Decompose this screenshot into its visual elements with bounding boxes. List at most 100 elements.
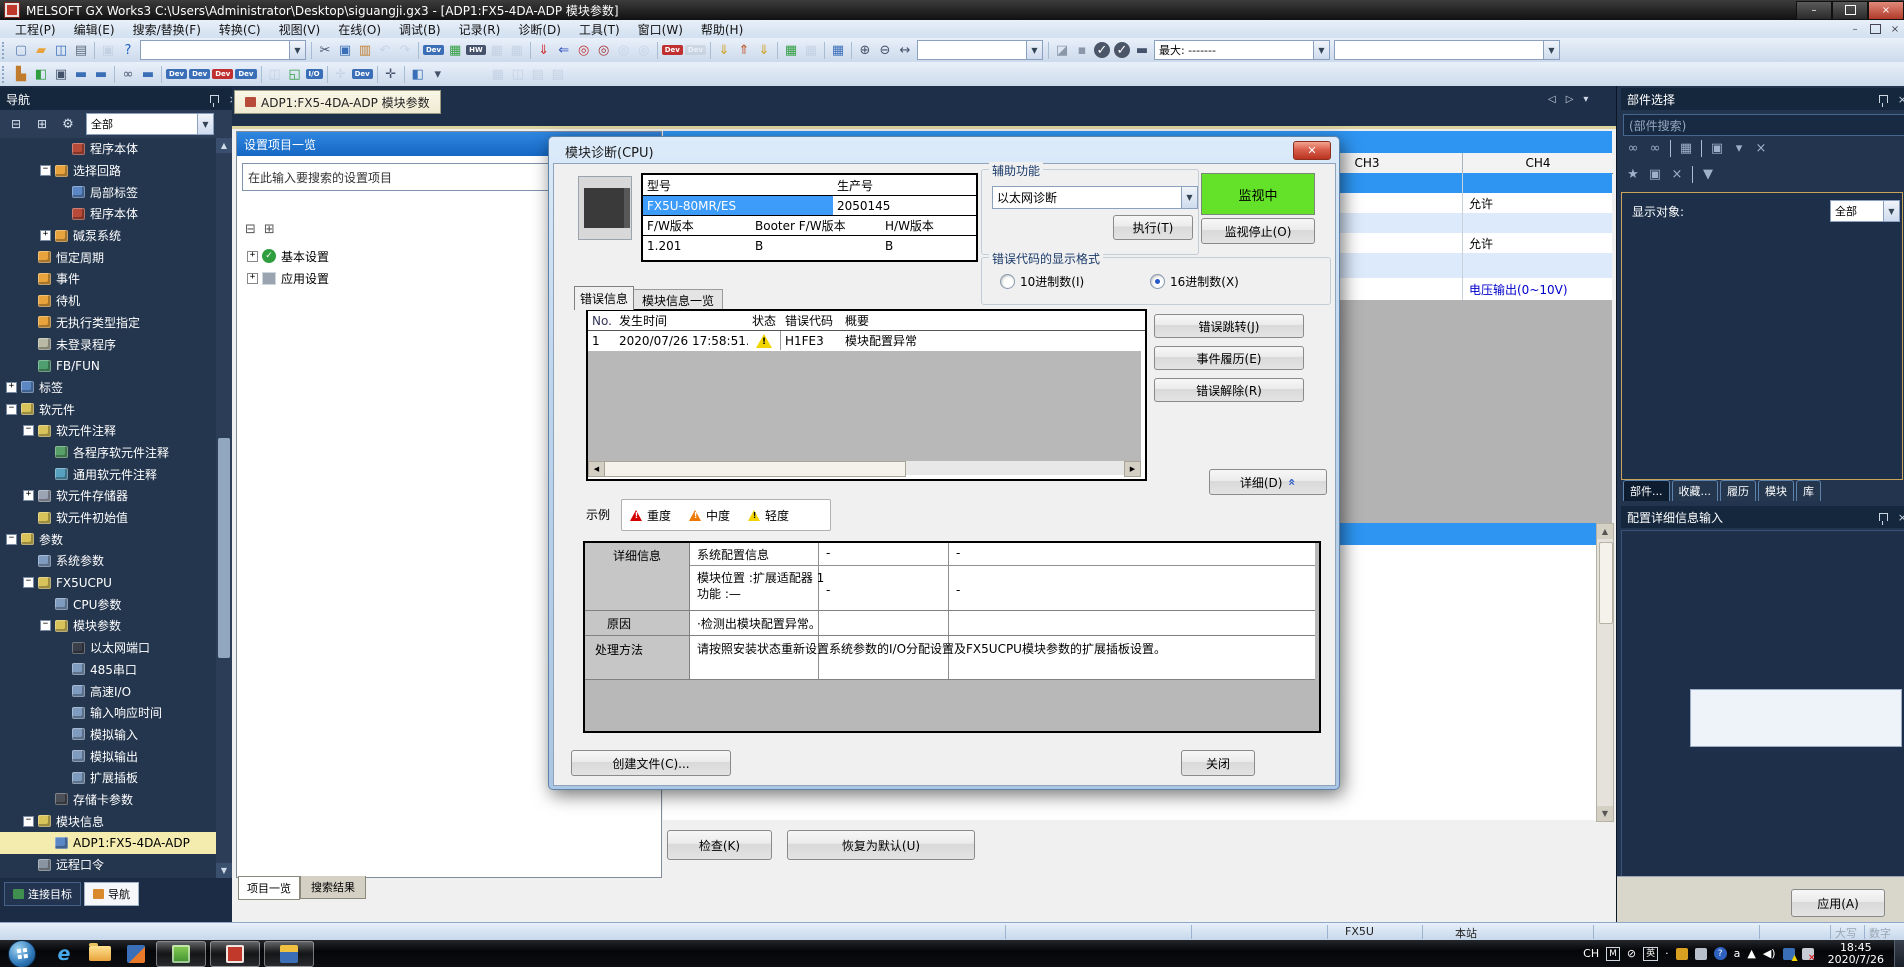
menu-item[interactable]: 搜索/替换(F) <box>124 20 210 39</box>
tab-scroll-right-icon[interactable]: ▷ <box>1566 94 1574 105</box>
taskbar-app-melsoft-red[interactable] <box>210 941 260 967</box>
ie-icon[interactable]: e <box>46 942 82 966</box>
param-cell-ch4[interactable]: 允许 <box>1462 193 1619 213</box>
taskbar-app-gxworks-green[interactable] <box>156 941 206 967</box>
nav-scrollbar[interactable]: ▲ ▼ <box>216 138 232 878</box>
nav-filter-dropdown[interactable]: 全部▼ <box>86 113 214 135</box>
menu-item[interactable]: 诊断(D) <box>509 20 570 39</box>
close-button[interactable]: × <box>1868 1 1904 20</box>
io-assign-icon[interactable]: I/O <box>306 69 323 79</box>
tab-search-result[interactable]: 搜索结果 <box>300 876 366 899</box>
nav-tree-item[interactable]: +扩展插板 <box>0 767 216 789</box>
nav-tree-item[interactable]: +程序本体 <box>0 203 216 225</box>
tray-network-warning-icon[interactable]: ▲ <box>1783 948 1795 960</box>
param-cell-ch4[interactable] <box>1462 173 1619 193</box>
doc-scrollbar-thumb[interactable] <box>1599 542 1613 624</box>
expander-basic-settings[interactable]: + <box>247 251 258 262</box>
scroll-right-icon[interactable]: ▶ <box>1124 461 1141 477</box>
tray-volume-icon[interactable]: ◀) <box>1763 947 1776 960</box>
save-icon[interactable]: ◫ <box>51 40 71 60</box>
error-jump-button[interactable]: 错误跳转(J) <box>1154 314 1304 338</box>
favorite-folder-icon[interactable]: ▣ <box>1645 164 1665 184</box>
start-button[interactable] <box>8 940 36 967</box>
device-test-icon[interactable]: ◪ <box>1052 40 1072 60</box>
parts-list-icon[interactable]: ▦ <box>1676 138 1696 158</box>
menu-item[interactable]: 窗口(W) <box>629 20 692 39</box>
zoom-out-icon[interactable]: ⊖ <box>875 40 895 60</box>
read-from-plc-icon[interactable]: ⇐ <box>554 40 574 60</box>
watch-max-combo[interactable]: 最大: -------▼ <box>1154 40 1330 60</box>
toolbar-drag-handle2[interactable] <box>2 66 7 83</box>
nav-tree-item[interactable]: +局部标签 <box>0 181 216 203</box>
event-history-button[interactable]: 事件履历(E) <box>1154 346 1304 370</box>
verify2-icon[interactable]: ◎ <box>594 40 614 60</box>
nav-tree-item[interactable]: +FB/FUN <box>0 355 216 377</box>
tray-ime-icon[interactable]: M <box>1606 947 1620 961</box>
error-row-state[interactable]: ! <box>748 331 781 350</box>
menu-item[interactable]: 编辑(E) <box>65 20 124 39</box>
tree-expander-icon[interactable]: + <box>6 382 17 393</box>
nav-tree-item[interactable]: +软元件存储器 <box>0 485 216 507</box>
toolbar-combo-2[interactable]: ▼ <box>917 40 1043 60</box>
maximize-button[interactable] <box>1832 1 1868 20</box>
dev-comment4-icon[interactable]: Dev <box>235 69 256 79</box>
tab-list-icon[interactable]: ▾ <box>1583 94 1588 105</box>
monitor-drop-icon[interactable]: ▾ <box>428 64 448 84</box>
aux-function-dropdown[interactable]: 以太网诊断▼ <box>992 186 1198 209</box>
tree-expander-icon[interactable]: + <box>23 490 34 501</box>
write-to-plc-icon[interactable]: ⇓ <box>534 40 554 60</box>
verify-icon[interactable]: ◎ <box>574 40 594 60</box>
tray-tool2-icon[interactable] <box>1695 948 1707 960</box>
write-comment-icon[interactable]: ▬ <box>1132 40 1152 60</box>
dev-comment3-icon[interactable]: Dev <box>212 69 233 79</box>
find-parts-icon[interactable]: ∞ <box>1623 138 1643 158</box>
settings-item-application[interactable]: 应用设置 <box>281 270 329 287</box>
param-cell-ch4[interactable]: 电压输出(0~10V) <box>1462 278 1619 300</box>
favorite-icon[interactable]: ★ <box>1623 164 1643 184</box>
copy-icon[interactable]: ▣ <box>335 40 355 60</box>
model-value-cell[interactable]: FX5U-80MR/ES <box>643 196 837 216</box>
radio-hexadecimal[interactable] <box>1150 274 1165 289</box>
nav-tree-item[interactable]: −模块参数 <box>0 615 216 637</box>
document-tab[interactable]: ADP1:FX5-4DA-ADP 模块参数 <box>234 90 441 114</box>
window-green-icon[interactable]: ◱ <box>285 64 305 84</box>
tree-expander-icon[interactable]: − <box>23 577 34 588</box>
transfer3-icon[interactable]: ⇓ <box>754 40 774 60</box>
remove-favorite-icon[interactable]: × <box>1667 164 1687 184</box>
nav-tree-item[interactable]: +高速I/O <box>0 680 216 702</box>
nav-tree-item[interactable]: +模拟输出 <box>0 745 216 767</box>
expander-application-settings[interactable]: + <box>247 273 258 284</box>
bar1-icon[interactable]: ▬ <box>71 64 91 84</box>
error-clear-button[interactable]: 错误解除(R) <box>1154 378 1304 402</box>
toolbar-combo-1[interactable]: ▼ <box>140 40 306 60</box>
menu-item[interactable]: 记录(R) <box>450 20 510 39</box>
collapse-tree-icon[interactable]: ⊟ <box>6 114 26 134</box>
nav-tree-item[interactable]: +ADP1:FX5-4DA-ADP <box>0 832 216 854</box>
dropdown-arrow-icon[interactable]: ▼ <box>1026 41 1042 59</box>
nav-tree-item[interactable]: −参数 <box>0 528 216 550</box>
nav-tree-item[interactable]: +远程口令 <box>0 854 216 876</box>
restore-default-button[interactable]: 恢复为默认(U) <box>787 830 975 860</box>
nav-tree-item[interactable]: +事件 <box>0 268 216 290</box>
tab-module-info-list[interactable]: 模块信息一览 <box>633 289 723 310</box>
nav-tree-item[interactable]: +以太网端口 <box>0 637 216 659</box>
tab-module[interactable]: 模块 <box>1758 480 1794 501</box>
nav-scrollbar-thumb[interactable] <box>218 438 230 658</box>
scroll-up-icon[interactable]: ▲ <box>216 138 232 153</box>
show-desktop-button[interactable] <box>1894 940 1904 967</box>
watch1-disabled-icon[interactable]: ▦ <box>488 64 508 84</box>
media-player-icon[interactable] <box>118 942 154 966</box>
doc-scroll-down-icon[interactable]: ▼ <box>1597 806 1613 821</box>
nav-tree-item[interactable]: −软元件注释 <box>0 420 216 442</box>
dev-comment5-icon[interactable]: Dev <box>352 69 373 79</box>
nav-tree-item[interactable]: +碱泵系统 <box>0 225 216 247</box>
tray-expand-icon[interactable]: ▲ <box>1747 947 1755 960</box>
stop-icon[interactable]: ▪ <box>1072 40 1092 60</box>
scroll-left-icon[interactable]: ◀ <box>588 461 605 477</box>
tray-small-icon[interactable]: a <box>1734 947 1741 960</box>
param-cell-ch4[interactable]: 允许 <box>1462 233 1619 253</box>
config-detail-input[interactable] <box>1690 689 1902 747</box>
menu-item[interactable]: 调试(B) <box>390 20 450 39</box>
dropdown-arrow-icon[interactable]: ▼ <box>1181 187 1197 208</box>
dropdown-arrow-icon[interactable]: ▼ <box>1883 201 1899 221</box>
